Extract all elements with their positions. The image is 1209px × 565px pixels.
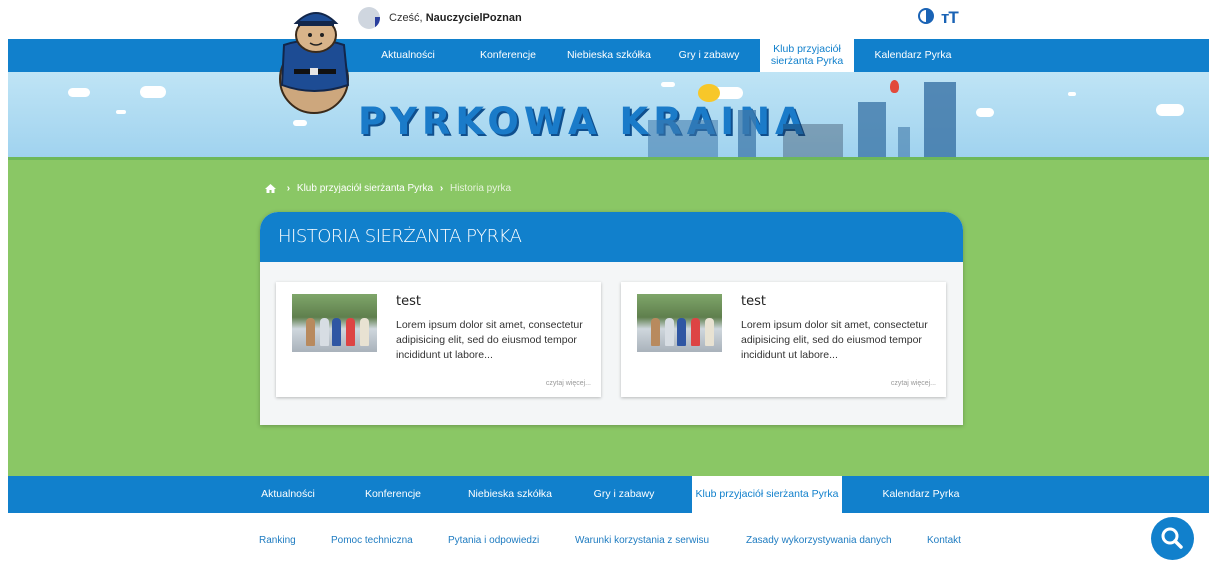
- footer-nav-aktualnosci[interactable]: Aktualności: [253, 476, 323, 513]
- read-more-link[interactable]: czytaj więcej...: [891, 380, 936, 387]
- nav-item-aktualnosci[interactable]: Aktualności: [374, 39, 442, 72]
- breadcrumb: › Klub przyjaciół sierżanta Pyrka › Hist…: [265, 183, 511, 194]
- cloud: [661, 82, 675, 87]
- nav-item-kalendarz-pyrka[interactable]: Kalendarz Pyrka: [868, 39, 958, 72]
- history-panel: HISTORIA SIERŻANTA PYRKA test Lorem ipsu…: [260, 212, 963, 425]
- search-button[interactable]: [1151, 517, 1194, 560]
- cloud: [293, 120, 307, 126]
- city-building: [648, 120, 718, 160]
- footer-link-zasady[interactable]: Zasady wykorzystywania danych: [746, 535, 892, 546]
- text-size-icon[interactable]: тT: [941, 8, 959, 28]
- article-title[interactable]: test: [741, 294, 766, 309]
- article-thumbnail[interactable]: [637, 294, 722, 352]
- article-card[interactable]: test Lorem ipsum dolor sit amet, consect…: [276, 282, 601, 397]
- footer-nav-klub-przyjaciol[interactable]: Klub przyjaciół sierżanta Pyrka: [692, 476, 842, 513]
- breadcrumb-link[interactable]: Klub przyjaciół sierżanta Pyrka: [297, 183, 433, 194]
- cloud: [68, 88, 90, 97]
- article-thumbnail[interactable]: [292, 294, 377, 352]
- nav-item-klub-przyjaciol[interactable]: Klub przyjaciół sierżanta Pyrka: [760, 39, 854, 72]
- footer-link-warunki[interactable]: Warunki korzystania z serwisu: [575, 535, 709, 546]
- home-icon[interactable]: [265, 184, 276, 193]
- city-building: [924, 82, 956, 160]
- greeting-prefix: Cześć,: [389, 12, 423, 24]
- nav-item-konferencje[interactable]: Konferencje: [473, 39, 543, 72]
- mascot-illustration: [279, 12, 350, 114]
- footer-link-pytania[interactable]: Pytania i odpowiedzi: [448, 535, 539, 546]
- chevron-right-icon: ›: [439, 183, 444, 194]
- cloud: [1156, 104, 1184, 116]
- footer-nav-kalendarz-pyrka[interactable]: Kalendarz Pyrka: [874, 476, 968, 513]
- city-building: [898, 127, 910, 160]
- main-nav: Aktualności Konferencje Niebieska szkółk…: [8, 39, 1209, 72]
- footer-nav: Aktualności Konferencje Niebieska szkółk…: [8, 476, 1209, 513]
- footer-link-kontakt[interactable]: Kontakt: [927, 535, 961, 546]
- cloud: [140, 86, 166, 98]
- read-more-link[interactable]: czytaj więcej...: [546, 380, 591, 387]
- nav-item-niebieska-szkolka[interactable]: Niebieska szkółka: [564, 39, 654, 72]
- nav-item-gry-i-zabawy[interactable]: Gry i zabawy: [674, 39, 744, 72]
- balloon-illustration: [890, 80, 899, 93]
- top-bar: [0, 0, 1209, 39]
- footer-nav-niebieska-szkolka[interactable]: Niebieska szkółka: [460, 476, 560, 513]
- article-excerpt: Lorem ipsum dolor sit amet, consectetur …: [396, 319, 583, 361]
- footer-link-pomoc[interactable]: Pomoc techniczna: [331, 535, 413, 546]
- contrast-icon[interactable]: [918, 8, 934, 24]
- cloud: [1068, 92, 1076, 96]
- search-icon: [1161, 527, 1183, 549]
- nav-item-label-line2: sierżanta Pyrka: [770, 55, 844, 67]
- username[interactable]: NauczycielPoznan: [426, 12, 522, 24]
- footer-nav-konferencje[interactable]: Konferencje: [358, 476, 428, 513]
- chevron-right-icon: ›: [286, 183, 291, 194]
- city-building: [738, 110, 756, 160]
- article-card[interactable]: test Lorem ipsum dolor sit amet, consect…: [621, 282, 946, 397]
- footer-nav-gry-i-zabawy[interactable]: Gry i zabawy: [586, 476, 662, 513]
- footer-link-ranking[interactable]: Ranking: [259, 535, 296, 546]
- article-title[interactable]: test: [396, 294, 421, 309]
- header-banner: PYRKOWA KRAINA: [8, 72, 1209, 160]
- cloud: [116, 110, 126, 114]
- page-title: HISTORIA SIERŻANTA PYRKA: [260, 212, 963, 262]
- article-excerpt: Lorem ipsum dolor sit amet, consectetur …: [741, 319, 928, 361]
- cloud: [976, 108, 994, 117]
- city-building: [858, 102, 886, 160]
- panel-body: test Lorem ipsum dolor sit amet, consect…: [260, 262, 963, 425]
- bird-illustration: [698, 84, 720, 102]
- breadcrumb-current: Historia pyrka: [449, 183, 512, 194]
- goats-illustration: [783, 124, 843, 160]
- nav-item-label-line1: Klub przyjaciół: [773, 43, 841, 55]
- user-greeting: Cześć, NauczycielPoznan: [389, 12, 522, 24]
- user-avatar[interactable]: [358, 7, 380, 29]
